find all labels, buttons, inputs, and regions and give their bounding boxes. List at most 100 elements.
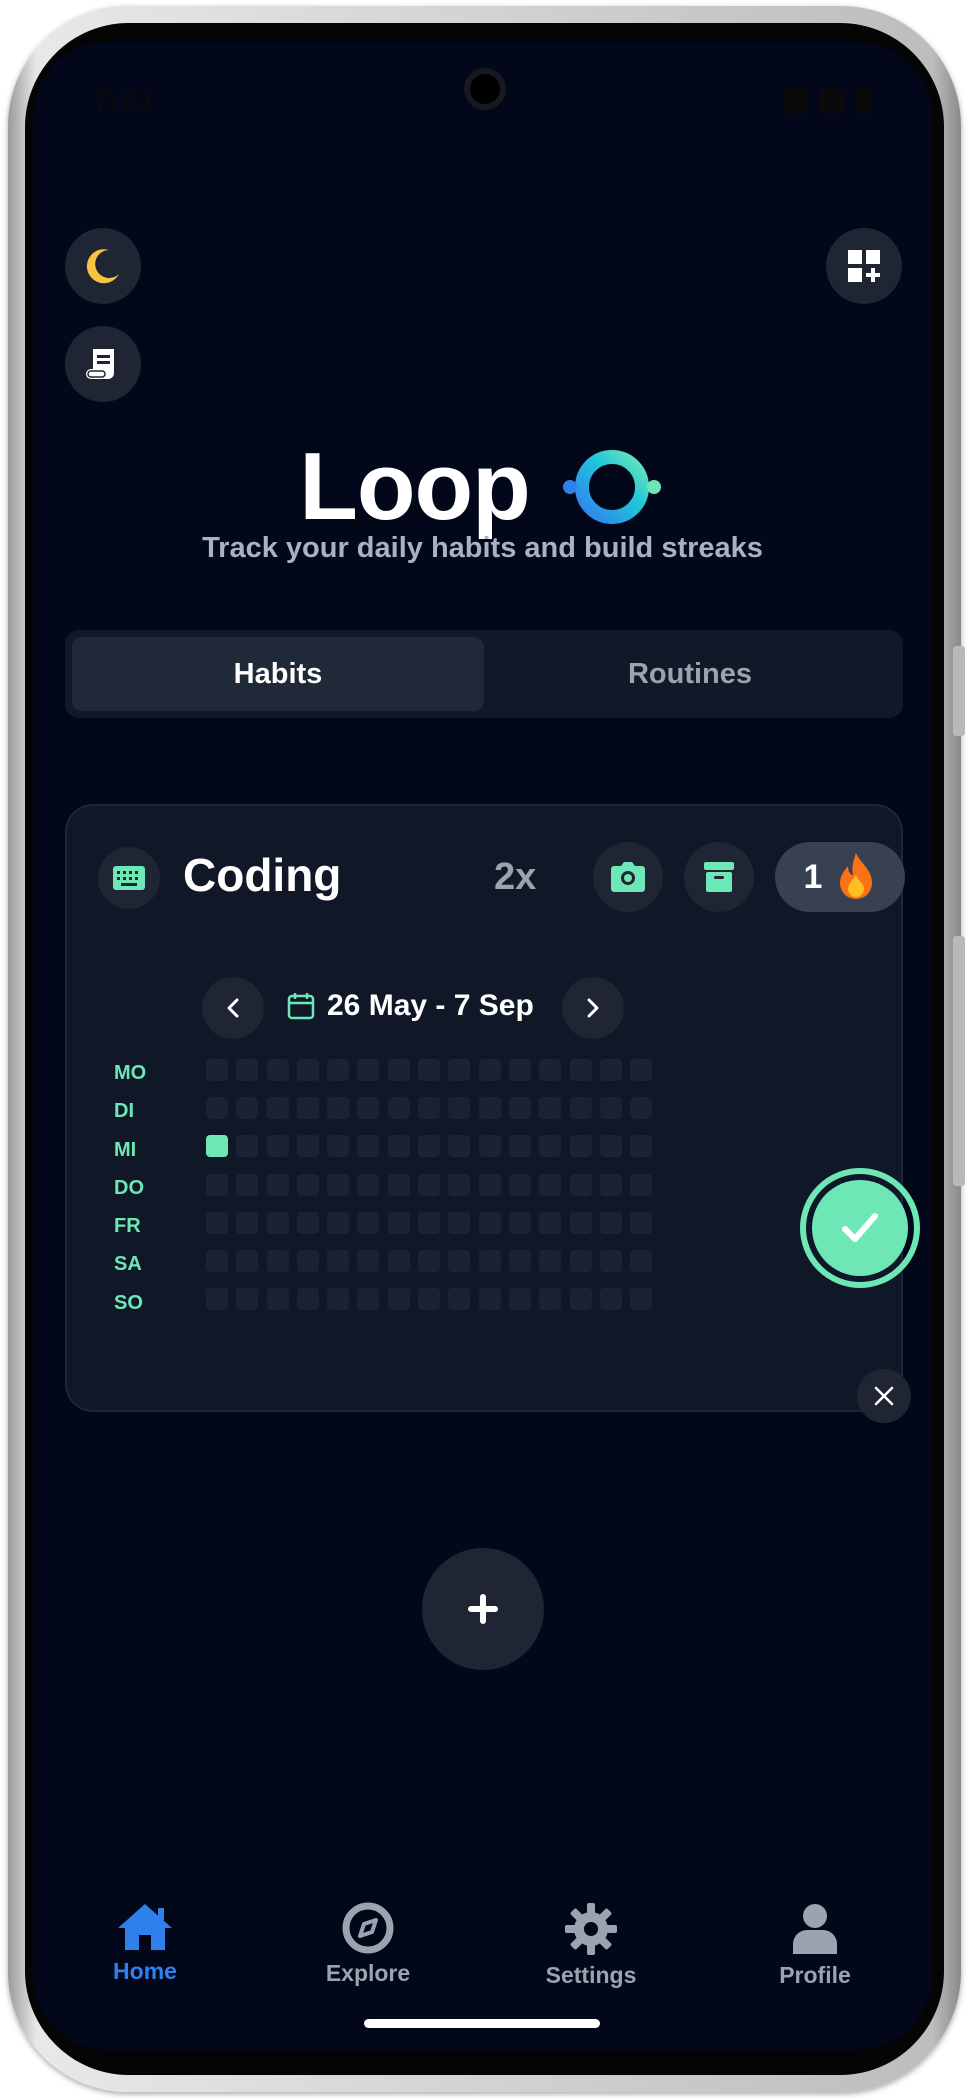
- nav-explore[interactable]: Explore: [288, 1902, 448, 1987]
- add-habit-button[interactable]: [422, 1548, 544, 1670]
- heatmap-cell[interactable]: [296, 1211, 319, 1234]
- heatmap-cell[interactable]: [327, 1173, 350, 1196]
- heatmap-cell[interactable]: [236, 1059, 259, 1081]
- heatmap-cell[interactable]: [266, 1249, 289, 1272]
- heatmap-cell[interactable]: [508, 1135, 531, 1158]
- heatmap-cell[interactable]: [539, 1059, 562, 1081]
- heatmap-cell[interactable]: [569, 1288, 592, 1311]
- heatmap-cell[interactable]: [478, 1135, 501, 1158]
- heatmap-cell[interactable]: [630, 1059, 653, 1081]
- heatmap-cell[interactable]: [478, 1211, 501, 1234]
- heatmap-cell[interactable]: [508, 1173, 531, 1196]
- heatmap-cell[interactable]: [448, 1059, 471, 1081]
- heatmap-cell[interactable]: [418, 1135, 441, 1158]
- heatmap-cell[interactable]: [448, 1135, 471, 1158]
- heatmap-cell[interactable]: [327, 1097, 350, 1120]
- heatmap-cell[interactable]: [599, 1135, 622, 1158]
- heatmap-cell[interactable]: [599, 1211, 622, 1234]
- heatmap-cell[interactable]: [357, 1097, 380, 1120]
- tab-routines[interactable]: Routines: [484, 637, 896, 711]
- heatmap-cell[interactable]: [236, 1097, 259, 1120]
- heatmap-cell[interactable]: [508, 1288, 531, 1311]
- heatmap-cell[interactable]: [236, 1173, 259, 1196]
- heatmap-cell[interactable]: [206, 1249, 228, 1272]
- heatmap-cell[interactable]: [418, 1173, 441, 1196]
- heatmap-cell[interactable]: [508, 1097, 531, 1120]
- heatmap-cell[interactable]: [236, 1135, 259, 1158]
- heatmap-cell[interactable]: [539, 1097, 562, 1120]
- heatmap-cell[interactable]: [236, 1249, 259, 1272]
- heatmap-cell[interactable]: [206, 1097, 228, 1120]
- heatmap-cell[interactable]: [266, 1059, 289, 1081]
- archive-button[interactable]: [684, 842, 754, 912]
- scroll-button[interactable]: [65, 326, 141, 402]
- next-range-button[interactable]: [562, 977, 624, 1039]
- heatmap-cell[interactable]: [357, 1249, 380, 1272]
- heatmap-cell[interactable]: [387, 1059, 410, 1081]
- heatmap-cell[interactable]: [630, 1288, 653, 1311]
- heatmap-cell[interactable]: [236, 1211, 259, 1234]
- heatmap-cell[interactable]: [448, 1288, 471, 1311]
- heatmap-cell[interactable]: [206, 1288, 228, 1311]
- heatmap-cell[interactable]: [569, 1097, 592, 1120]
- previous-range-button[interactable]: [202, 977, 264, 1039]
- heatmap-cell[interactable]: [508, 1249, 531, 1272]
- heatmap-cell[interactable]: [508, 1059, 531, 1081]
- heatmap-cell[interactable]: [266, 1173, 289, 1196]
- heatmap-cell[interactable]: [539, 1211, 562, 1234]
- heatmap-cell[interactable]: [539, 1288, 562, 1311]
- heatmap-cell[interactable]: [296, 1059, 319, 1081]
- heatmap-cell[interactable]: [599, 1173, 622, 1196]
- heatmap-cell[interactable]: [630, 1097, 653, 1120]
- heatmap-cell[interactable]: [206, 1211, 228, 1234]
- heatmap-cell[interactable]: [266, 1135, 289, 1158]
- heatmap-cell[interactable]: [387, 1249, 410, 1272]
- heatmap-cell[interactable]: [478, 1097, 501, 1120]
- heatmap-cell[interactable]: [448, 1211, 471, 1234]
- heatmap-cell[interactable]: [569, 1135, 592, 1158]
- heatmap-cell[interactable]: [357, 1059, 380, 1081]
- heatmap-cell[interactable]: [599, 1097, 622, 1120]
- heatmap-cell[interactable]: [357, 1135, 380, 1158]
- heatmap-cell[interactable]: [327, 1211, 350, 1234]
- heatmap-cell[interactable]: [478, 1173, 501, 1196]
- heatmap-cell[interactable]: [539, 1173, 562, 1196]
- heatmap-cell[interactable]: [236, 1288, 259, 1311]
- heatmap-cell[interactable]: [387, 1288, 410, 1311]
- heatmap-cell[interactable]: [448, 1249, 471, 1272]
- heatmap-cell[interactable]: [387, 1097, 410, 1120]
- heatmap-cell[interactable]: [448, 1173, 471, 1196]
- camera-button[interactable]: [593, 842, 663, 912]
- heatmap-cell[interactable]: [599, 1249, 622, 1272]
- heatmap-cell[interactable]: [569, 1173, 592, 1196]
- heatmap-cell[interactable]: [357, 1173, 380, 1196]
- add-widget-button[interactable]: [826, 228, 902, 304]
- heatmap-cell[interactable]: [296, 1249, 319, 1272]
- heatmap-cell[interactable]: [630, 1135, 653, 1158]
- heatmap-cell[interactable]: [266, 1097, 289, 1120]
- heatmap-cell[interactable]: [508, 1211, 531, 1234]
- heatmap-cell[interactable]: [569, 1211, 592, 1234]
- heatmap-cell[interactable]: [539, 1135, 562, 1158]
- heatmap-cell[interactable]: [206, 1059, 228, 1081]
- heatmap-cell[interactable]: [569, 1059, 592, 1081]
- heatmap-cell[interactable]: [387, 1173, 410, 1196]
- heatmap-cell[interactable]: [296, 1173, 319, 1196]
- heatmap-cell[interactable]: [539, 1249, 562, 1272]
- heatmap-cell[interactable]: [296, 1097, 319, 1120]
- heatmap-cell[interactable]: [418, 1249, 441, 1272]
- nav-settings[interactable]: Settings: [511, 1902, 671, 1989]
- heatmap-cell[interactable]: [387, 1135, 410, 1158]
- heatmap-cell[interactable]: [418, 1059, 441, 1081]
- heatmap-cell[interactable]: [296, 1135, 319, 1158]
- heatmap-cell[interactable]: [357, 1211, 380, 1234]
- theme-toggle-button[interactable]: [65, 228, 141, 304]
- habit-icon-button[interactable]: [98, 847, 160, 909]
- heatmap-cell[interactable]: [387, 1211, 410, 1234]
- tab-habits[interactable]: Habits: [72, 637, 484, 711]
- complete-habit-button[interactable]: [800, 1168, 920, 1288]
- heatmap-cell[interactable]: [357, 1288, 380, 1311]
- heatmap-cell[interactable]: [599, 1059, 622, 1081]
- heatmap-cell[interactable]: [206, 1173, 228, 1196]
- heatmap-cell[interactable]: [630, 1173, 653, 1196]
